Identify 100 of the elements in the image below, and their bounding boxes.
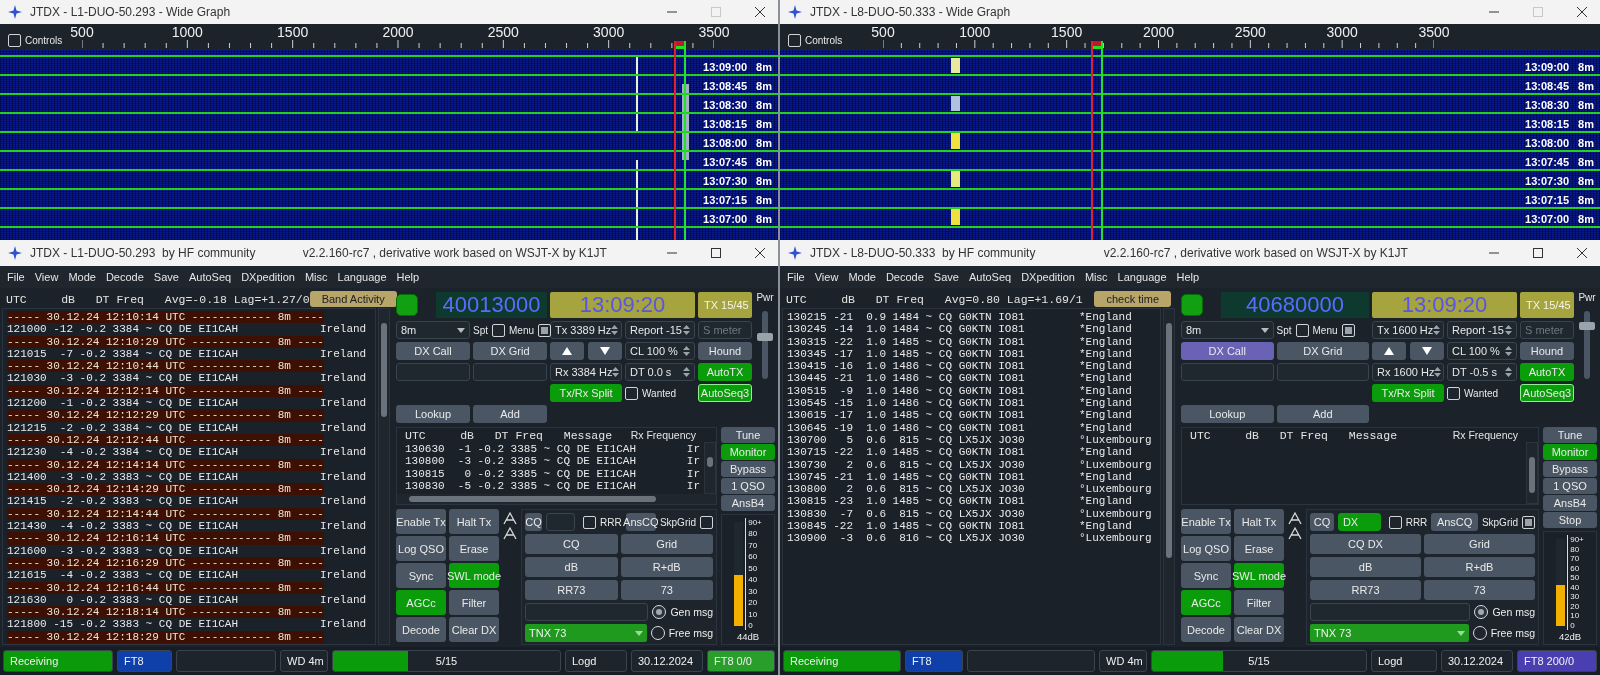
dx-grid-field[interactable] xyxy=(473,363,547,381)
menu-item[interactable]: AutoSeq xyxy=(183,271,237,283)
message-field[interactable] xyxy=(1310,603,1471,621)
action-button[interactable]: Clear DX xyxy=(1234,617,1284,642)
message-field[interactable] xyxy=(525,603,649,621)
up-button[interactable] xyxy=(550,342,584,360)
vertical-scrollbar[interactable] xyxy=(1526,442,1538,504)
slider-thumb[interactable] xyxy=(757,332,773,341)
decoded-message[interactable]: 121800 -15 -0.2 3383 ~ CQ DE EI1CAH xyxy=(7,618,320,631)
vertical-scrollbar[interactable] xyxy=(378,308,390,645)
decoded-message[interactable]: 130900 -3 0.6 816 ~ CQ LX5JX JO30 xyxy=(787,532,1079,545)
message-button[interactable]: RR73 xyxy=(525,580,618,600)
decoded-message[interactable]: 130700 5 0.6 815 ~ CQ LX5JX JO30 xyxy=(787,433,1079,447)
menu-item[interactable]: Save xyxy=(148,271,184,283)
action-button[interactable]: Decode xyxy=(396,617,446,642)
rx-frequency-spinbox[interactable]: Rx 1600 Hz xyxy=(1372,363,1444,381)
decoded-message[interactable]: 130800 -3 -0.2 3385 ~ CQ DE EI1CAH xyxy=(405,455,637,468)
add-button[interactable]: Add xyxy=(1276,405,1369,423)
cl-spinbox[interactable]: CL 100 % xyxy=(625,342,695,360)
decoded-message[interactable]: 130745 -21 1.0 1485 ~ CQ G0KTN IO81 xyxy=(787,470,1079,484)
side-button[interactable]: Bypass xyxy=(1543,461,1597,477)
menu-item[interactable]: Mode xyxy=(843,271,881,283)
decoded-message[interactable]: 130545 -15 1.0 1486 ~ CQ G0KTN IO81 xyxy=(787,397,1079,410)
decoded-message[interactable]: 130215 -21 0.9 1484 ~ CQ G0KTN IO81 xyxy=(787,311,1079,324)
close-icon[interactable] xyxy=(1577,248,1587,258)
decoded-message[interactable]: 130845 -22 1.0 1485 ~ CQ G0KTN IO81 xyxy=(787,520,1079,533)
dx-grid-button[interactable]: DX Grid xyxy=(1276,342,1369,360)
action-button[interactable]: Halt Tx xyxy=(1234,509,1284,534)
decoded-message[interactable]: 121615 -4 -0.2 3383 ~ CQ DE EI1CAH xyxy=(7,569,320,582)
action-button[interactable]: Log QSO xyxy=(396,536,446,561)
decoded-message[interactable]: 121230 -4 -0.2 3384 ~ CQ DE EI1CAH xyxy=(7,446,320,459)
cq-button[interactable]: CQ xyxy=(525,513,543,531)
decoded-message[interactable]: 121030 -3 -0.2 3384 ~ CQ DE EI1CAH xyxy=(7,372,320,385)
decoded-message[interactable]: 121600 -3 -0.2 3383 ~ CQ DE EI1CAH xyxy=(7,544,320,557)
decoded-message[interactable]: 130345 -17 1.0 1485 ~ CQ G0KTN IO81 xyxy=(787,347,1079,361)
hound-button[interactable]: Hound xyxy=(698,342,752,360)
message-button[interactable]: 73 xyxy=(620,580,713,600)
rx-frequency-spinbox[interactable]: Rx 3384 Hz xyxy=(550,363,622,381)
decoded-message[interactable]: 121200 -1 -0.2 3384 ~ CQ DE EI1CAH xyxy=(7,397,320,410)
hound-button[interactable]: Hound xyxy=(1520,342,1574,360)
band-activity-button[interactable]: Band Activity xyxy=(309,291,397,307)
close-icon[interactable] xyxy=(1577,7,1587,17)
radio-button[interactable] xyxy=(650,626,665,640)
side-button[interactable]: 1 QSO xyxy=(721,478,775,494)
call-field[interactable] xyxy=(546,513,575,531)
decoded-message[interactable]: 130830 -5 -0.2 3385 ~ CQ DE EI1CAH xyxy=(405,479,637,493)
checkbox[interactable] xyxy=(583,515,596,529)
checkbox[interactable] xyxy=(1447,386,1460,400)
cq-button[interactable]: CQ xyxy=(1310,513,1334,531)
message-button[interactable]: CQ xyxy=(525,534,618,554)
dx-grid-field[interactable] xyxy=(1276,363,1369,381)
action-button[interactable]: Enable Tx xyxy=(1181,509,1231,534)
decoded-message[interactable]: 130645 -19 1.0 1486 ~ CQ G0KTN IO81 xyxy=(787,421,1079,434)
checkbox[interactable] xyxy=(1388,515,1402,529)
checkbox[interactable] xyxy=(700,515,713,529)
action-button[interactable]: Decode xyxy=(1181,617,1231,642)
dx-call-button[interactable]: DX Call xyxy=(1181,342,1274,360)
menu-item[interactable]: Language xyxy=(332,271,392,283)
radio-button[interactable] xyxy=(652,605,667,619)
checkbox[interactable] xyxy=(1341,323,1355,337)
menu-item[interactable]: Misc xyxy=(1079,271,1113,283)
decoded-message[interactable]: 121630 0 -0.2 3383 ~ CQ DE EI1CAH xyxy=(7,593,320,607)
message-button[interactable]: Grid xyxy=(620,534,713,554)
slider-thumb[interactable] xyxy=(1579,321,1595,330)
up-button[interactable] xyxy=(1372,342,1406,360)
menu-item[interactable]: View xyxy=(29,271,64,283)
menu-item[interactable]: DXpedition xyxy=(1016,271,1080,283)
message-button[interactable]: R+dB xyxy=(1424,557,1535,577)
ans-cq-button[interactable]: AnsCQ xyxy=(1431,513,1478,531)
decoded-message[interactable]: 130415 -16 1.0 1486 ~ CQ G0KTN IO81 xyxy=(787,360,1079,373)
decoded-message[interactable]: 121400 -3 -0.2 3383 ~ CQ DE EI1CAH xyxy=(7,470,320,484)
menu-item[interactable]: Misc xyxy=(299,271,333,283)
side-button[interactable]: 1 QSO xyxy=(1543,478,1597,494)
down-button[interactable] xyxy=(588,342,622,360)
tab-switch-icon[interactable] xyxy=(503,511,517,541)
menu-item[interactable]: Save xyxy=(928,271,964,283)
side-button[interactable]: Tune xyxy=(1543,427,1597,443)
checkbox[interactable] xyxy=(1295,323,1309,337)
report-spinbox[interactable]: Report -15 xyxy=(1447,321,1517,339)
menu-item[interactable]: AutoSeq xyxy=(963,271,1017,283)
decoded-message[interactable]: 130715 -22 1.0 1485 ~ CQ G0KTN IO81 xyxy=(787,446,1079,459)
action-button[interactable]: Halt Tx xyxy=(449,509,499,534)
action-button[interactable]: Log QSO xyxy=(1181,536,1231,561)
decoded-message[interactable]: 130515 -9 1.0 1486 ~ CQ G0KTN IO81 xyxy=(787,384,1079,398)
action-button[interactable]: Sync xyxy=(1181,563,1231,588)
checkbox[interactable] xyxy=(788,33,801,47)
message-button[interactable]: 73 xyxy=(1424,580,1535,600)
side-button[interactable]: AnsB4 xyxy=(1543,495,1597,511)
close-icon[interactable] xyxy=(755,7,765,17)
decoded-message[interactable]: 130630 -1 -0.2 3385 ~ CQ DE EI1CAH xyxy=(405,443,637,456)
side-button[interactable]: Stop xyxy=(1543,512,1597,528)
action-button[interactable]: Filter xyxy=(1234,590,1284,615)
decoded-message[interactable]: 130800 2 0.6 815 ~ CQ LX5JX JO30 xyxy=(787,483,1079,496)
radio-button[interactable] xyxy=(1474,605,1489,619)
band-select[interactable]: 8m xyxy=(1181,321,1274,339)
action-button[interactable]: Erase xyxy=(1234,536,1284,561)
maximize-icon[interactable] xyxy=(1533,248,1543,258)
menu-item[interactable]: Decode xyxy=(100,271,149,283)
decoded-message[interactable]: 130245 -14 1.0 1484 ~ CQ G0KTN IO81 xyxy=(787,323,1079,336)
menu-item[interactable]: File xyxy=(2,271,30,283)
